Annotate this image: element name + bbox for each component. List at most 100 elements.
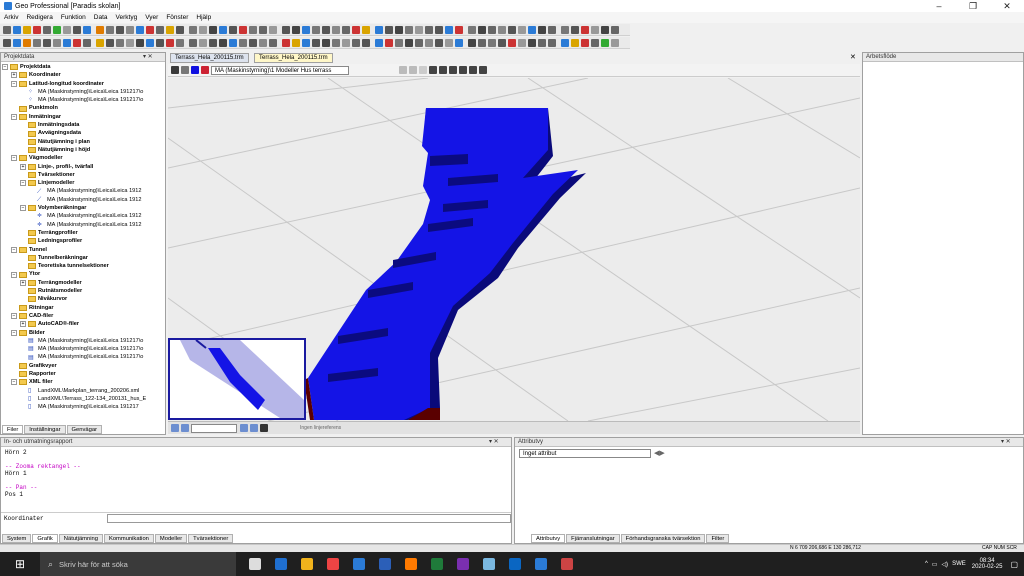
- toolbar-tool-icon[interactable]: [342, 38, 350, 47]
- taskbar-app-icon[interactable]: [535, 558, 547, 570]
- toolbar-tool-icon[interactable]: [126, 38, 134, 47]
- toolbar-tool-icon[interactable]: [571, 25, 579, 34]
- toolbar-tool-icon[interactable]: [538, 25, 546, 34]
- last-icon[interactable]: [250, 424, 258, 432]
- toolbar-tool-icon[interactable]: [239, 38, 247, 47]
- toolbar-tool-icon[interactable]: [23, 25, 31, 34]
- tab-genvagar[interactable]: Genvägar: [66, 424, 103, 434]
- toolbar-tool-icon[interactable]: [488, 38, 496, 47]
- zoom-window-icon[interactable]: [429, 66, 437, 74]
- expand-icon[interactable]: +: [20, 279, 26, 286]
- collapse-icon[interactable]: −: [20, 205, 26, 212]
- toolbar-tool-icon[interactable]: [292, 25, 300, 34]
- toolbar-tool-icon[interactable]: [73, 25, 81, 34]
- toolbar-tool-icon[interactable]: [548, 25, 556, 34]
- tree-item[interactable]: Tvärsektioner: [2, 171, 165, 179]
- tree-item[interactable]: Teoretiska tunnelsektioner: [2, 262, 165, 270]
- zoom-extents-icon[interactable]: [459, 66, 467, 74]
- toolbar-tool-icon[interactable]: [53, 25, 61, 34]
- toolbar-tool-icon[interactable]: [229, 25, 237, 34]
- toolbar-tool-icon[interactable]: [146, 25, 154, 34]
- taskbar-app-icon[interactable]: [457, 558, 469, 570]
- taskbar-app-icon[interactable]: [431, 558, 443, 570]
- toolbar-tool-icon[interactable]: [518, 25, 526, 34]
- toolbar-tool-icon[interactable]: [126, 25, 134, 34]
- tray-chevron-icon[interactable]: ^: [925, 561, 928, 567]
- taskbar-search[interactable]: ⌕ Skriv här för att söka: [40, 552, 236, 576]
- toolbar-tool-icon[interactable]: [375, 25, 383, 34]
- toolbar-tool-icon[interactable]: [189, 38, 197, 47]
- tab-tvarsektioner[interactable]: Tvärsektioner: [188, 533, 234, 543]
- view-close-icon[interactable]: ✕: [850, 53, 856, 61]
- menu-data[interactable]: Data: [94, 14, 108, 21]
- taskbar-app-icon[interactable]: [509, 558, 521, 570]
- toolbar-tool-icon[interactable]: [508, 25, 516, 34]
- tree-item[interactable]: ▯ MA (Maskinstyrning)\Leica\Leica 191217: [2, 403, 165, 411]
- toolbar-tool-icon[interactable]: [385, 38, 393, 47]
- collapse-icon[interactable]: −: [11, 80, 17, 87]
- taskbar-app-icon[interactable]: [483, 558, 495, 570]
- toolbar-tool-icon[interactable]: [43, 25, 51, 34]
- toolbar-tool-icon[interactable]: [528, 38, 536, 47]
- toolbar-tool-icon[interactable]: [63, 38, 71, 47]
- tree-item[interactable]: − Bilder: [2, 329, 165, 337]
- tab-kommunikation[interactable]: Kommunikation: [103, 533, 154, 543]
- toolbar-tool-icon[interactable]: [3, 38, 11, 47]
- toolbar-tool-icon[interactable]: [322, 25, 330, 34]
- toolbar-tool-icon[interactable]: [561, 25, 569, 34]
- toolbar-tool-icon[interactable]: [73, 38, 81, 47]
- tree-item[interactable]: − Volymberäkningar: [2, 204, 165, 212]
- collapse-icon[interactable]: −: [11, 379, 17, 386]
- station-combo[interactable]: [191, 423, 237, 433]
- toolbar-tool-icon[interactable]: [468, 25, 476, 34]
- toolbar-tool-icon[interactable]: [302, 25, 310, 34]
- doc-tab-2[interactable]: Terrass_Hela_200115.trm: [254, 53, 333, 63]
- toolbar-tool-icon[interactable]: [468, 38, 476, 47]
- expand-icon[interactable]: +: [20, 163, 26, 170]
- toolbar-tool-icon[interactable]: [405, 25, 413, 34]
- toolbar-tool-icon[interactable]: [548, 38, 556, 47]
- taskbar-app-icon[interactable]: [301, 558, 313, 570]
- pen-icon[interactable]: [201, 66, 209, 74]
- toolbar-tool-icon[interactable]: [189, 25, 197, 34]
- toolbar-tool-icon[interactable]: [435, 38, 443, 47]
- forward-icon[interactable]: ▶: [659, 449, 664, 457]
- toolbar-tool-icon[interactable]: [455, 25, 463, 34]
- prev-icon[interactable]: [181, 424, 189, 432]
- tab-attributvy[interactable]: Attributvy: [531, 533, 566, 543]
- first-icon[interactable]: [171, 424, 179, 432]
- toolbar-tool-icon[interactable]: [199, 25, 207, 34]
- menu-vyer[interactable]: Vyer: [145, 14, 158, 21]
- toolbar-tool-icon[interactable]: [156, 25, 164, 34]
- toolbar-tool-icon[interactable]: [591, 38, 599, 47]
- windows-start-icon[interactable]: ⊞: [0, 557, 40, 571]
- toolbar-tool-icon[interactable]: [83, 38, 91, 47]
- taskbar-app-icon[interactable]: [353, 558, 365, 570]
- display-icon[interactable]: [181, 66, 189, 74]
- tree-item[interactable]: + Koordinater: [2, 71, 165, 79]
- toolbar-tool-icon[interactable]: [571, 38, 579, 47]
- collapse-icon[interactable]: −: [11, 329, 17, 336]
- toolbar-tool-icon[interactable]: [116, 38, 124, 47]
- toolbar-tool-icon[interactable]: [375, 38, 383, 47]
- toolbar-tool-icon[interactable]: [352, 38, 360, 47]
- tree-item[interactable]: Rutnätsmodeller: [2, 287, 165, 295]
- toolbar-tool-icon[interactable]: [445, 25, 453, 34]
- toolbar-tool-icon[interactable]: [209, 38, 217, 47]
- model-combo[interactable]: MA (Maskinstyrning)\1 Modeller Hus terra…: [211, 65, 349, 75]
- menu-hjalp[interactable]: Hjälp: [196, 14, 211, 21]
- minimize-button[interactable]: –: [922, 1, 956, 11]
- toolbar-tool-icon[interactable]: [83, 25, 91, 34]
- notification-icon[interactable]: ▢: [1010, 560, 1018, 569]
- panel-controls-icon[interactable]: ▾ ✕: [143, 53, 165, 61]
- tree-item[interactable]: Tunnelberäkningar: [2, 254, 165, 262]
- pan-icon[interactable]: [399, 66, 407, 74]
- zoom-all-icon[interactable]: [419, 66, 427, 74]
- toolbar-tool-icon[interactable]: [611, 38, 619, 47]
- toolbar-tool-icon[interactable]: [478, 25, 486, 34]
- tree-item[interactable]: ▯ LandXML\Markplan_terrang_200206.xml: [2, 387, 165, 395]
- tree-item[interactable]: − Projektdata: [2, 63, 165, 71]
- toolbar-tool-icon[interactable]: [362, 25, 370, 34]
- toolbar-tool-icon[interactable]: [385, 25, 393, 34]
- toolbar-tool-icon[interactable]: [209, 25, 217, 34]
